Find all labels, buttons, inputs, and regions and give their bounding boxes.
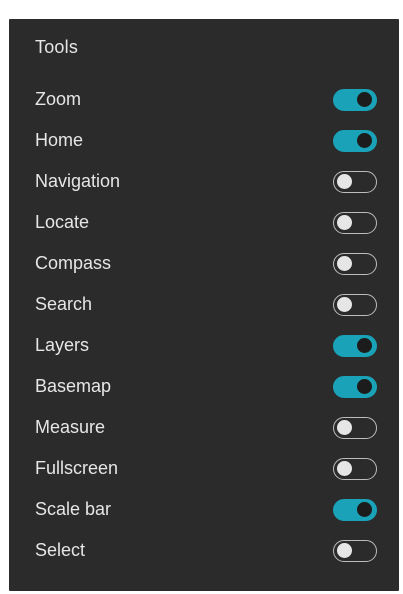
tool-row-fullscreen: Fullscreen (9, 448, 399, 489)
tool-label: Fullscreen (35, 458, 119, 478)
tool-row-compass: Compass (9, 243, 399, 284)
toggle-knob (337, 255, 352, 271)
toggle-knob (337, 419, 352, 435)
tool-label: Compass (35, 253, 112, 273)
tool-list: Zoom Home Navigation Locate Compass Sear… (9, 79, 399, 571)
toggle-knob (357, 501, 372, 517)
tool-row-navigation: Navigation (9, 161, 399, 202)
layers-toggle[interactable] (333, 334, 377, 357)
tool-row-layers: Layers (9, 325, 399, 366)
tool-label: Scale bar (35, 499, 112, 519)
scale-bar-toggle[interactable] (333, 498, 377, 521)
tool-row-search: Search (9, 284, 399, 325)
basemap-toggle[interactable] (333, 375, 377, 398)
toggle-knob (337, 173, 352, 189)
toggle-knob (357, 337, 372, 353)
tool-row-measure: Measure (9, 407, 399, 448)
tool-row-home: Home (9, 120, 399, 161)
zoom-toggle[interactable] (333, 88, 377, 111)
tool-row-locate: Locate (9, 202, 399, 243)
home-toggle[interactable] (333, 129, 377, 152)
panel-title: Tools (35, 37, 79, 57)
navigation-toggle[interactable] (333, 170, 377, 193)
locate-toggle[interactable] (333, 211, 377, 234)
measure-toggle[interactable] (333, 416, 377, 439)
tool-label: Layers (35, 335, 90, 355)
compass-toggle[interactable] (333, 252, 377, 275)
toggle-knob (357, 378, 372, 394)
tool-row-zoom: Zoom (9, 79, 399, 120)
tool-label: Zoom (35, 89, 82, 109)
toggle-knob (337, 214, 352, 230)
tool-label: Locate (35, 212, 90, 232)
select-toggle[interactable] (333, 539, 377, 562)
tool-row-select: Select (9, 530, 399, 571)
tool-label: Select (35, 540, 86, 560)
fullscreen-toggle[interactable] (333, 457, 377, 480)
toggle-knob (337, 542, 352, 558)
tool-row-scale-bar: Scale bar (9, 489, 399, 530)
tool-label: Navigation (35, 171, 121, 191)
search-toggle[interactable] (333, 293, 377, 316)
tools-panel: Tools Zoom Home Navigation Locate Compas… (9, 19, 399, 591)
tool-label: Search (35, 294, 93, 314)
toggle-knob (357, 132, 372, 148)
tool-label: Home (35, 130, 84, 150)
toggle-knob (337, 296, 352, 312)
toggle-knob (337, 460, 352, 476)
toggle-knob (357, 91, 372, 107)
tool-row-basemap: Basemap (9, 366, 399, 407)
tool-label: Measure (35, 417, 106, 437)
tool-label: Basemap (35, 376, 112, 396)
